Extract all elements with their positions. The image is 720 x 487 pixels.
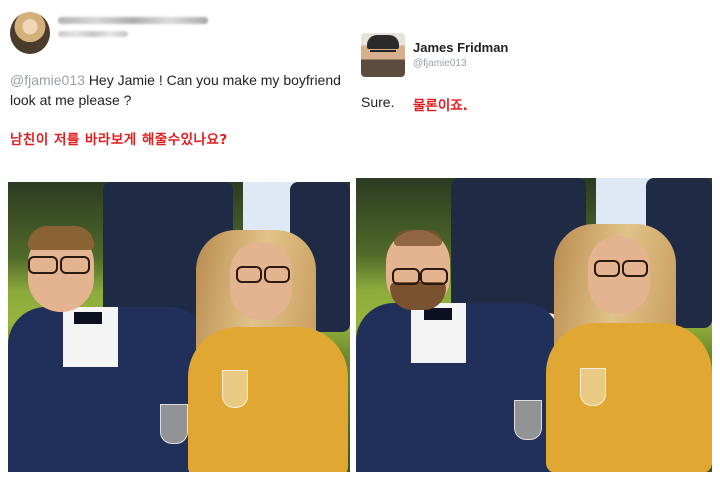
wine-glass: [160, 404, 188, 444]
boyfriend-glasses: [392, 268, 420, 285]
bowtie: [74, 312, 102, 324]
wine-glass-2: [580, 368, 606, 406]
korean-translation: 남친이 저를 바라보게 해줄수있나요?: [10, 132, 228, 148]
cap: [367, 35, 399, 49]
reply-text: Sure.: [361, 94, 395, 110]
girlfriend-glasses-right: [622, 260, 648, 277]
girlfriend-glasses-right: [264, 266, 290, 283]
korean-reply: 물론이죠.: [413, 98, 468, 114]
girlfriend-dress: [546, 323, 712, 472]
bowtie: [424, 308, 452, 320]
edited-photo: [356, 178, 712, 472]
wine-glass-2: [222, 370, 248, 408]
author-name[interactable]: James Fridman: [413, 40, 508, 55]
james-fridman-avatar[interactable]: [361, 33, 405, 77]
beard-top: [394, 230, 442, 246]
blurred-handle: [58, 31, 128, 37]
blurred-username: [58, 17, 208, 24]
girlfriend-dress: [188, 327, 348, 472]
author-handle[interactable]: @fjamie013: [413, 58, 467, 69]
left-tweet-panel: @fjamie013 Hey Jamie ! Can you make my b…: [0, 0, 358, 487]
right-tweet-panel: James Fridman @fjamie013 Sure. 물론이죠.: [356, 0, 720, 487]
girlfriend-glasses: [594, 260, 620, 277]
original-photo: [8, 182, 350, 472]
wine-glass: [514, 400, 542, 440]
tweet-text: @fjamie013 Hey Jamie ! Can you make my b…: [10, 70, 355, 110]
boyfriend-glasses: [28, 256, 58, 274]
boyfriend-hair: [28, 226, 94, 250]
mention-handle[interactable]: @fjamie013: [10, 72, 85, 88]
girlfriend-glasses: [236, 266, 262, 283]
boyfriend-glasses-right: [420, 268, 448, 285]
glasses: [370, 50, 396, 58]
boyfriend-glasses-right: [60, 256, 90, 274]
user-avatar[interactable]: [10, 12, 50, 54]
